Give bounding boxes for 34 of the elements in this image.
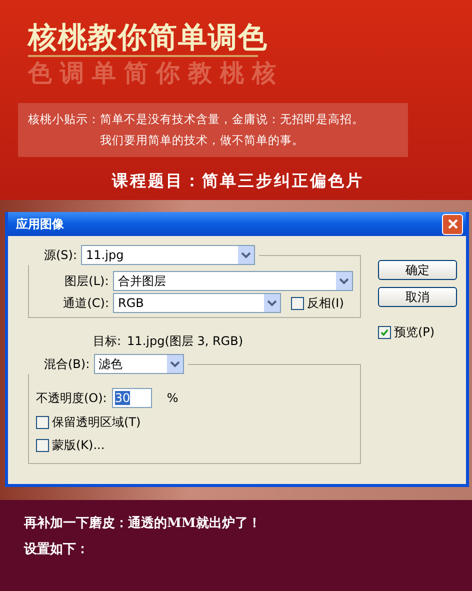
banner-title: 核桃教你简单调色 — [28, 20, 268, 54]
close-icon — [446, 218, 458, 230]
footer-text: 设置如下： — [24, 541, 90, 558]
field-label: 图层(L): — [64, 272, 109, 290]
checkbox-label: 蒙版(K)... — [52, 437, 105, 454]
dialog-title: 应用图像 — [16, 216, 64, 232]
dropdown[interactable]: 滤色 — [94, 354, 184, 374]
dropdown[interactable]: RGB — [113, 293, 281, 313]
tip-text: 我们要用简单的技术，做不简单的事。 — [100, 132, 305, 149]
field-label: 不透明度(O): — [36, 390, 107, 406]
dropdown[interactable]: 合并图层 — [112, 271, 353, 291]
footer-text: 再补加一下磨皮：通透的MM就出炉了！ — [24, 514, 262, 532]
field-label: 通道(C): — [62, 294, 109, 312]
field-label: 源(S): — [43, 246, 78, 264]
dialog-button[interactable]: 确定 — [378, 260, 457, 280]
dialog-button[interactable]: 取消 — [378, 287, 457, 307]
checkbox[interactable] — [36, 416, 49, 429]
tip-label: 核桃小贴示： — [28, 111, 100, 128]
field-label: 目标: — [93, 333, 122, 350]
checkbox[interactable] — [378, 326, 391, 339]
field-label: 混合(B): — [43, 356, 90, 372]
checkbox[interactable] — [291, 296, 304, 310]
title-reflection: 色调单简你教桃核 — [28, 59, 284, 87]
unit-label: % — [166, 391, 178, 405]
checkbox-label: 反相(I) — [307, 294, 344, 312]
tip-text: 简单不是没有技术含量，金庸说：无招即是高招。 — [100, 111, 364, 128]
checkbox-label: 预览(P) — [394, 324, 435, 341]
close-button[interactable] — [442, 214, 463, 234]
course-title: 课程题目：简单三步纠正偏色片 — [112, 171, 365, 192]
checkbox-label: 保留透明区域(T) — [52, 414, 141, 431]
opacity-field[interactable]: 30 — [112, 388, 152, 408]
dropdown[interactable]: 11.jpg — [81, 245, 256, 265]
checkbox[interactable] — [36, 439, 49, 452]
target-value: 11.jpg(图层 3, RGB) — [127, 333, 244, 350]
